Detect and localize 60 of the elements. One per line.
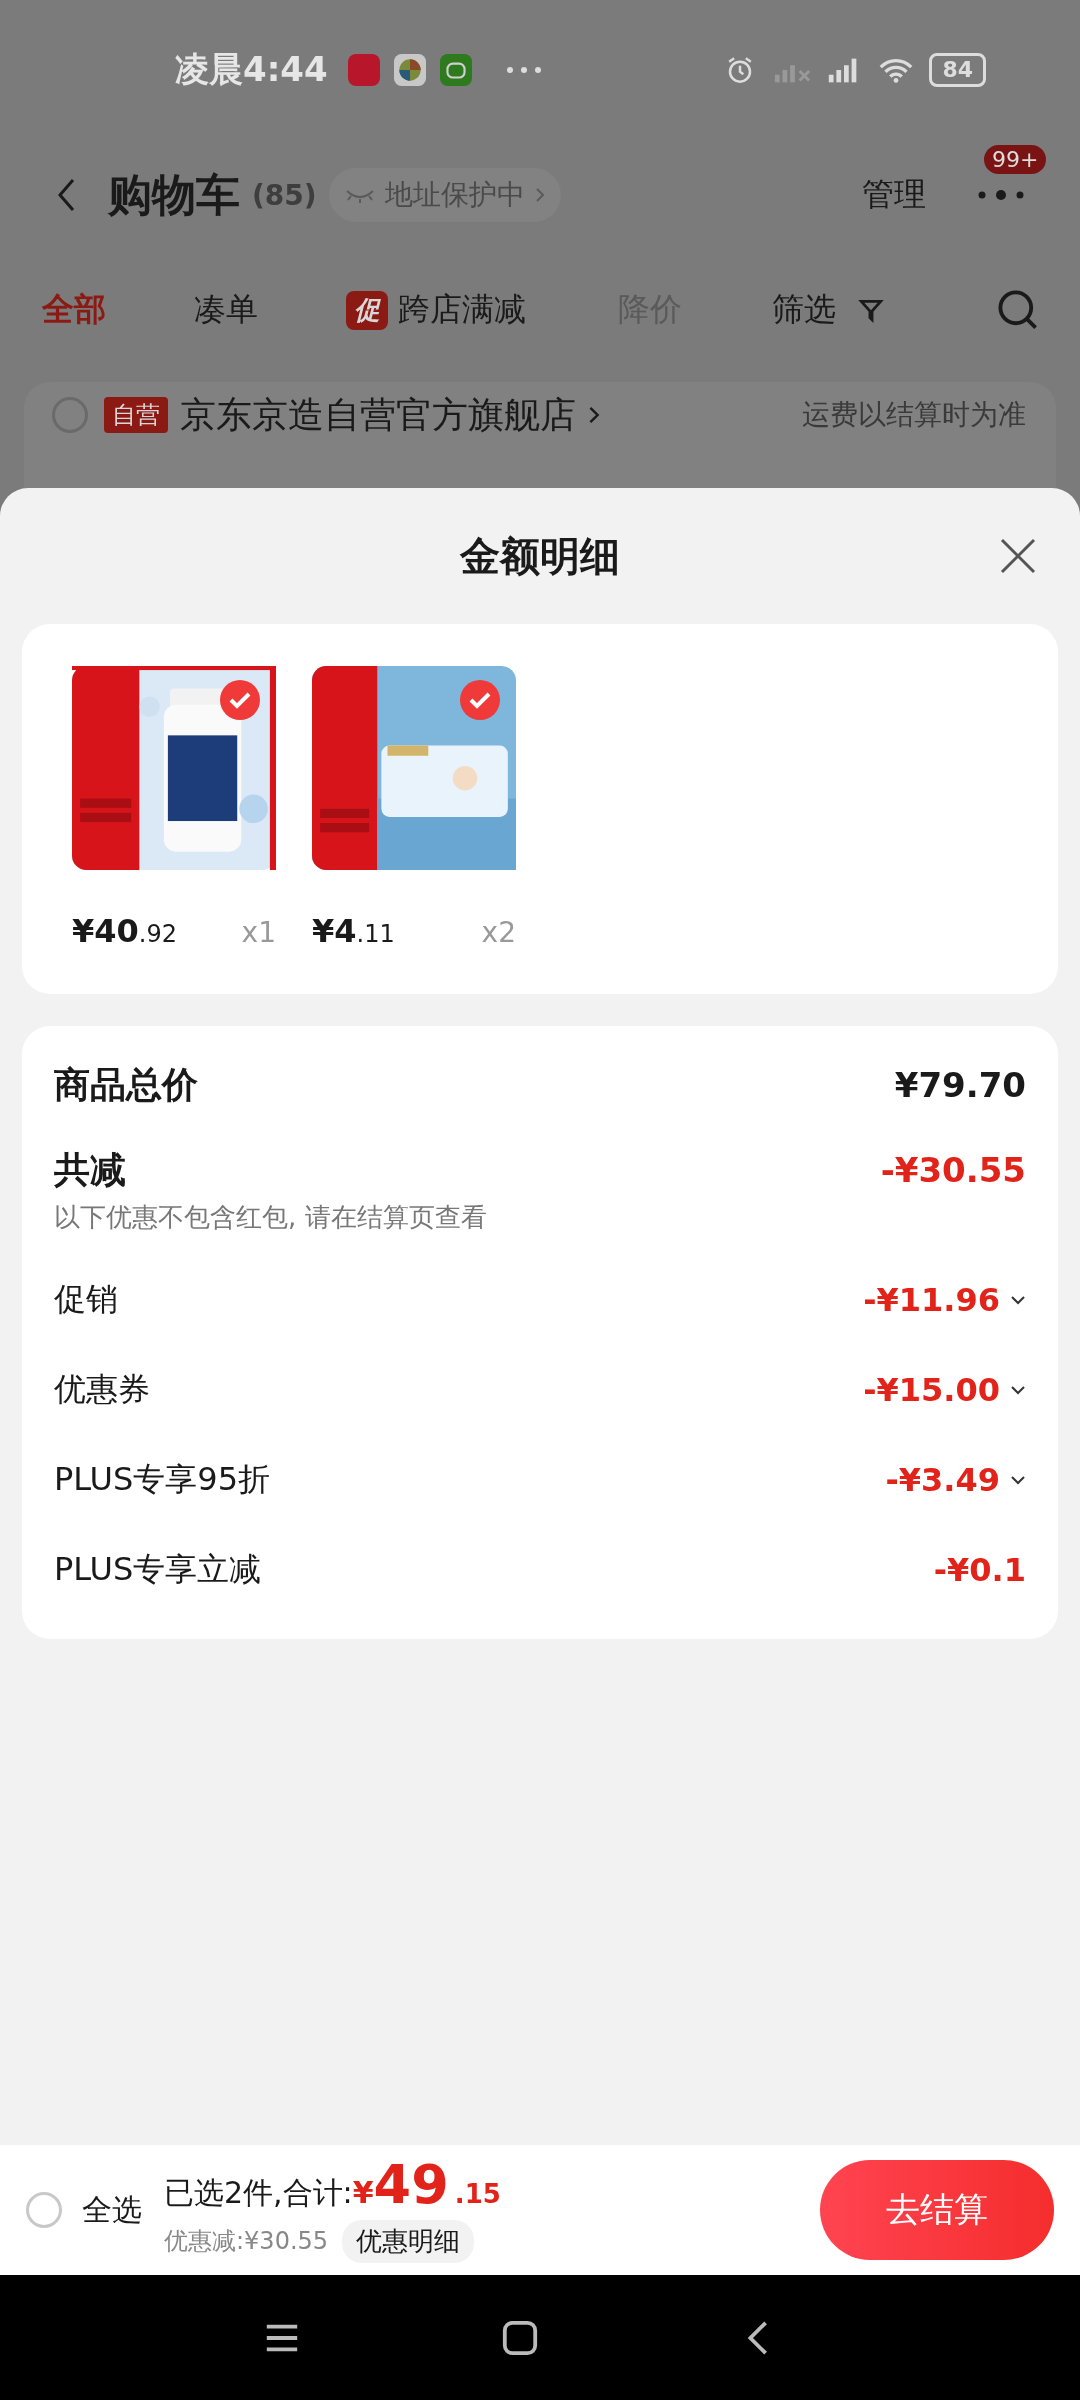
product-price: ¥40.92 (72, 912, 177, 950)
product-quantity: x1 (241, 916, 276, 949)
app-notification-icon (439, 54, 472, 86)
app-notification-icon (393, 54, 426, 86)
selected-summary: 已选2件,合计: (164, 2173, 353, 2212)
product-quantity: x2 (481, 916, 516, 949)
discount-value: -¥3.49 (885, 1461, 1000, 1499)
discount-label: PLUS专享立减 (54, 1549, 262, 1590)
search-icon[interactable] (996, 288, 1040, 332)
more-icon[interactable] (976, 188, 1026, 202)
total-price: ¥49.15 (352, 2157, 501, 2212)
check-icon[interactable] (220, 680, 260, 720)
filter-tab[interactable]: 全部 (42, 288, 106, 332)
more-notifications-icon (505, 66, 542, 74)
sheet-title: 金额明细 (460, 531, 620, 581)
battery-indicator: 84 (929, 53, 986, 87)
discount-value: -¥0.1 (933, 1551, 1026, 1589)
tab-label: 跨店满减 (398, 289, 526, 330)
store-name[interactable]: 京东京造自营官方旗舰店 (180, 390, 576, 440)
filter-tab[interactable]: 筛选 (772, 288, 996, 332)
check-icon[interactable] (460, 680, 500, 720)
tab-label: 筛选 (772, 289, 836, 330)
product-price: ¥4.11 (312, 912, 395, 950)
select-all-checkbox[interactable] (26, 2192, 62, 2228)
status-time: 凌晨4:44 (175, 48, 328, 91)
discount-value: -¥15.00 (863, 1371, 1000, 1409)
self-operated-tag: 自营 (104, 397, 168, 433)
page-title: 购物车 (108, 167, 240, 222)
chevron-down-icon[interactable] (1010, 1475, 1026, 1485)
cart-count: (85) (252, 178, 317, 212)
address-protection-label: 地址保护中 (384, 177, 525, 213)
promo-tag: 促 (346, 290, 388, 330)
closed-eye-icon (344, 187, 375, 203)
discount-detail-button[interactable]: 优惠明细 (342, 2219, 475, 2263)
manage-button[interactable]: 管理 (862, 173, 926, 217)
reduction-value: -¥30.55 (880, 1150, 1026, 1190)
close-icon[interactable] (998, 536, 1038, 576)
checkout-button[interactable]: 去结算 (820, 2160, 1054, 2260)
discount-label: 促销 (54, 1279, 118, 1320)
filter-tab[interactable]: 促 跨店满减 (346, 288, 526, 332)
total-label: 商品总价 (54, 1062, 198, 1107)
reduction-label: 共减 (54, 1147, 126, 1192)
discount-amount: 优惠减:¥30.55 (164, 2226, 329, 2257)
discount-label: PLUS专享95折 (54, 1459, 270, 1500)
shipping-note: 运费以结算时为准 (802, 397, 1026, 433)
chevron-down-icon[interactable] (1010, 1295, 1026, 1305)
app-notification-icon (347, 54, 380, 86)
total-value: ¥79.70 (894, 1065, 1026, 1105)
filter-tab[interactable]: 凑单 (194, 288, 258, 332)
chevron-down-icon[interactable] (1010, 1385, 1026, 1395)
discount-value: -¥11.96 (863, 1281, 1000, 1319)
select-all-label: 全选 (82, 2190, 142, 2229)
home-icon[interactable] (501, 2318, 539, 2357)
message-count-badge: 99+ (984, 145, 1047, 174)
address-protection-badge[interactable]: 地址保护中 (328, 168, 561, 222)
filter-icon (858, 297, 884, 323)
reduction-note: 以下优惠不包含红包, 请在结算页查看 (54, 1201, 488, 1234)
chevron-right-icon (588, 405, 600, 425)
discount-label: 优惠券 (54, 1369, 150, 1410)
chevron-right-icon (534, 187, 545, 203)
